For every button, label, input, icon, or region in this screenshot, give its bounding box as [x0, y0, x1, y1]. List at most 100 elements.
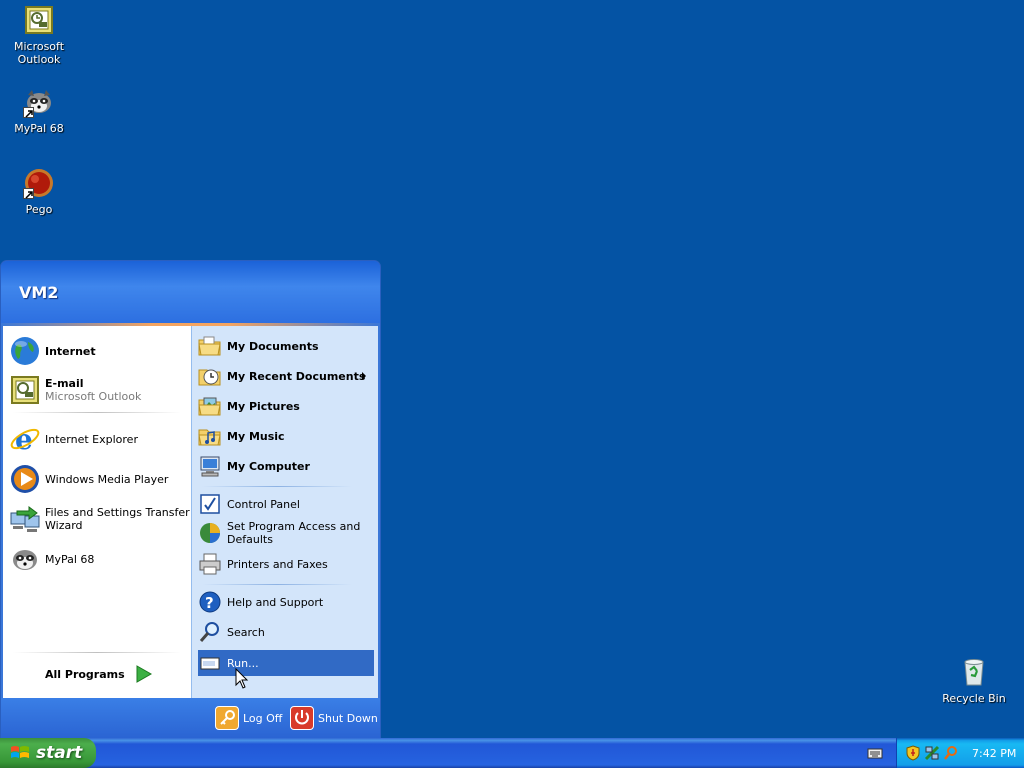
desktop-icon-label: Microsoft: [13, 40, 65, 53]
set-program-access-item[interactable]: Set Program Access and Defaults: [198, 520, 374, 546]
my-pictures-label: My Pictures: [227, 399, 300, 413]
media-player-icon: [9, 463, 41, 495]
log-off-button[interactable]: Log Off: [215, 706, 282, 730]
my-pictures-item[interactable]: My Pictures: [198, 394, 374, 418]
pego-icon: [23, 167, 55, 199]
clock[interactable]: 7:42 PM: [972, 747, 1016, 760]
set-program-access-label-line2: Defaults: [227, 533, 273, 546]
computer-icon: [198, 454, 222, 478]
start-menu-header: VM2: [1, 261, 380, 325]
network-icon[interactable]: [924, 745, 940, 761]
my-recent-documents-label: My Recent Documents: [227, 369, 366, 383]
recycle-bin-icon: [958, 656, 990, 688]
windows-flag-icon: [10, 744, 30, 762]
system-tray: 7:42 PM: [896, 738, 1024, 768]
my-music-item[interactable]: My Music: [198, 424, 374, 448]
printers-faxes-item[interactable]: Printers and Faxes: [198, 552, 374, 576]
separator: [13, 412, 181, 413]
pinned-internet[interactable]: Internet: [9, 335, 96, 367]
printer-icon: [198, 552, 222, 576]
internet-explorer-icon: e: [9, 423, 41, 456]
globe-icon: [9, 335, 41, 367]
power-icon: [290, 706, 314, 730]
help-support-item[interactable]: ? Help and Support: [198, 590, 374, 614]
key-icon: [215, 706, 239, 730]
mouse-cursor-icon: [235, 667, 249, 690]
my-documents-label: My Documents: [227, 339, 319, 353]
start-button[interactable]: start: [0, 738, 96, 768]
search-item[interactable]: Search: [198, 620, 374, 644]
recent-item-label: Windows Media Player: [45, 472, 169, 486]
start-menu-left-pane: Internet E-mail Microsoft Outlook e Inte…: [3, 326, 191, 698]
pinned-email-label: E-mail: [45, 377, 84, 390]
desktop-icon-label: Recycle Bin: [942, 692, 1006, 705]
svg-text:?: ?: [205, 594, 214, 612]
desktop-icon-outlook[interactable]: Microsoft Outlook: [1, 4, 77, 66]
recent-item-label: Internet Explorer: [45, 432, 138, 446]
help-icon: ?: [198, 590, 222, 614]
folder-documents-icon: [198, 334, 222, 358]
outlook-icon: [9, 374, 41, 406]
shut-down-button[interactable]: Shut Down: [290, 706, 378, 730]
submenu-arrow-icon: [362, 372, 366, 380]
shut-down-label: Shut Down: [318, 711, 378, 725]
search-tray-icon[interactable]: [943, 745, 959, 761]
all-programs-label: All Programs: [45, 667, 125, 681]
search-icon: [198, 620, 222, 644]
my-computer-item[interactable]: My Computer: [198, 454, 374, 478]
start-label: start: [36, 743, 83, 763]
control-panel-item[interactable]: Control Panel: [198, 492, 374, 516]
recent-windows-media-player[interactable]: Windows Media Player: [9, 463, 168, 495]
mypal-icon: [23, 86, 55, 118]
control-panel-label: Control Panel: [227, 497, 300, 511]
transfer-wizard-icon: [9, 503, 41, 535]
taskbar: start 7:42 PM: [0, 738, 1024, 768]
start-menu-footer: Log Off Shut Down: [1, 698, 380, 738]
printers-faxes-label: Printers and Faxes: [227, 557, 328, 571]
shortcut-arrow-icon: [23, 188, 34, 199]
recent-internet-explorer[interactable]: e Internet Explorer: [9, 423, 138, 456]
set-program-access-label: Set Program Access and: [227, 520, 361, 533]
recent-item-label-line2: Wizard: [45, 519, 83, 532]
user-name: VM2: [19, 283, 59, 302]
recent-mypal[interactable]: MyPal 68: [9, 543, 94, 575]
green-arrow-icon: [135, 664, 153, 684]
my-recent-documents-item[interactable]: My Recent Documents: [198, 364, 374, 388]
mypal-icon: [9, 543, 41, 575]
desktop-icon-label: MyPal 68: [14, 122, 64, 135]
recent-files-settings-transfer[interactable]: Files and Settings Transfer Wizard: [9, 503, 190, 535]
separator: [202, 486, 352, 487]
desktop-icon-recycle-bin[interactable]: Recycle Bin: [936, 656, 1012, 705]
start-menu-right-pane: My Documents My Recent Documents My Pict…: [191, 326, 378, 698]
my-computer-label: My Computer: [227, 459, 310, 473]
separator: [202, 584, 352, 585]
all-programs-button[interactable]: All Programs: [45, 664, 153, 684]
my-music-label: My Music: [227, 429, 285, 443]
shortcut-arrow-icon: [23, 107, 34, 118]
folder-music-icon: [198, 424, 222, 448]
desktop-icon-pego[interactable]: Pego: [1, 167, 77, 216]
recent-item-label: Files and Settings Transfer: [45, 506, 190, 519]
run-item[interactable]: Run...: [198, 650, 374, 676]
keyboard-icon[interactable]: [867, 746, 883, 760]
start-menu: VM2 Internet E-mail Microsoft Outlook e: [0, 260, 381, 739]
desktop-icon-label: Pego: [25, 203, 53, 216]
control-panel-icon: [198, 492, 222, 516]
recent-documents-icon: [198, 364, 222, 388]
separator: [13, 652, 181, 653]
run-icon: [198, 651, 222, 675]
outlook-icon: [23, 4, 55, 36]
svg-text:e: e: [15, 423, 33, 455]
desktop-icon-label: Outlook: [17, 53, 61, 66]
pinned-internet-label: Internet: [45, 344, 96, 358]
my-documents-item[interactable]: My Documents: [198, 334, 374, 358]
pinned-email-sublabel: Microsoft Outlook: [45, 390, 142, 403]
security-shield-icon[interactable]: [905, 745, 921, 761]
folder-pictures-icon: [198, 394, 222, 418]
program-access-icon: [198, 521, 222, 545]
help-support-label: Help and Support: [227, 595, 324, 609]
recent-item-label: MyPal 68: [45, 552, 95, 566]
pinned-email[interactable]: E-mail Microsoft Outlook: [9, 374, 141, 406]
desktop-icon-mypal[interactable]: MyPal 68: [1, 86, 77, 135]
search-label: Search: [227, 625, 265, 639]
